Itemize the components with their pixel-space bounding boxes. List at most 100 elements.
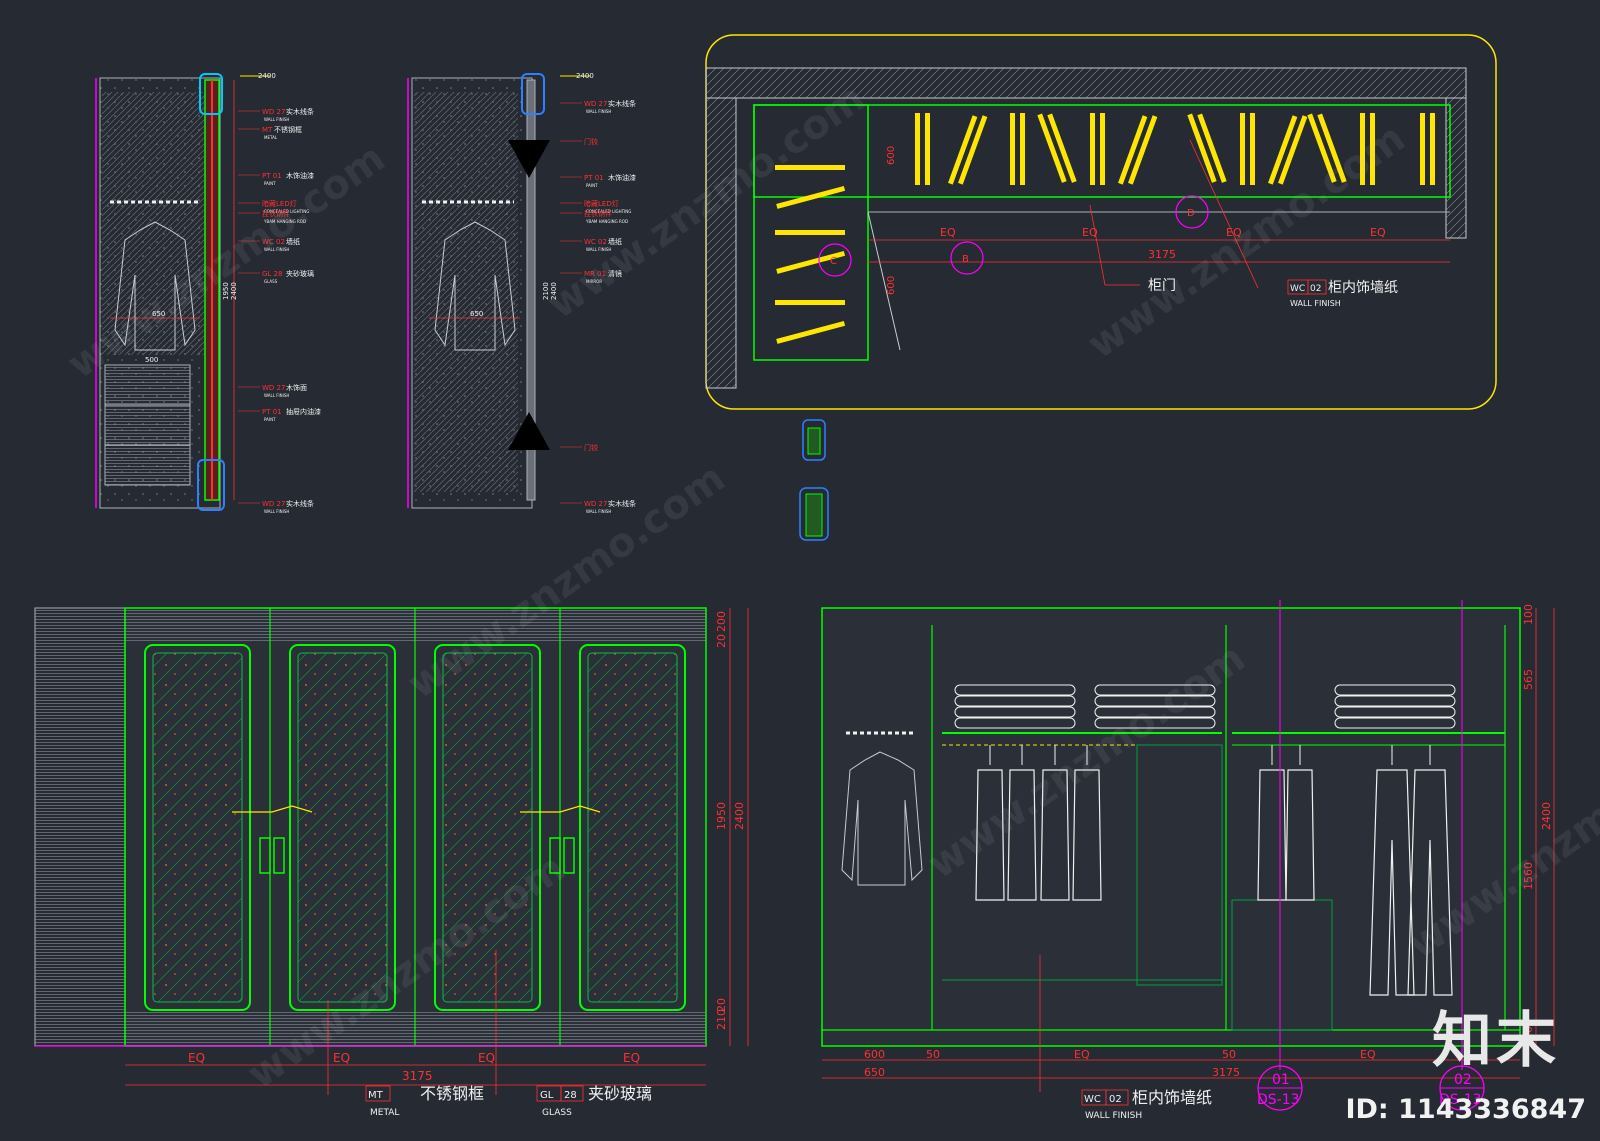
plan-total-dim: 3175 [1148,248,1176,261]
plan-hanger [925,113,930,185]
plan-depth-top: 600 [886,146,897,165]
ref-01-num: 01 [1272,1072,1290,1088]
interior-right-dims: 10056524001560100 [1522,604,1553,1040]
plan-hanger [1090,113,1095,185]
callout-code: MT [262,126,273,134]
callout-code: WD 27 [262,500,285,508]
callout-text: 实木线条 [286,499,314,508]
front-eq-3: EQ [478,1051,495,1065]
callout-text: 夹砂玻璃 [286,269,314,278]
plan-wall-sub: WALL FINISH [1290,299,1341,308]
interior-left-dim-2: 50 [926,1048,940,1061]
callout-sub: WALL FINISH [264,509,289,514]
door-glass-panel [152,652,243,1003]
callout-text: 木饰油漆 [608,173,636,182]
plan-hanger-side [775,300,845,305]
front-dim: 1950 [715,802,728,830]
plan-hanger [1020,113,1025,185]
door-glass-panel [297,652,388,1003]
plan-depth-side: 600 [886,276,897,295]
callout-sub: PAINT [264,181,276,186]
front-glass-sub: GLASS [542,1108,572,1118]
callout-code: PT 01 [262,172,282,180]
cad-drawing-canvas: 2400 650 500 2400 1950 WD 27 实木线条WALL FIN… [34,34,1600,1121]
interior-mid-dim: 50 [1222,1048,1236,1061]
plan-wall-code: WC [1290,284,1305,294]
section-b-top-dim: 2400 [576,72,594,80]
plan-hangers [775,113,1435,344]
callout-code: WD 27 [262,108,285,116]
front-dim: 20 [715,634,728,648]
ref-01-sheet: DS-13 [1257,1092,1300,1108]
section-a-labels: WD 27 实木线条WALL FINISHMT 不锈钢框METALPT 01 木饰油漆… [238,107,321,514]
drawer-unit [104,364,191,486]
callout-code: PT 01 [262,408,282,416]
front-glass-num: 28 [564,1090,577,1101]
door-glass-panel [587,652,678,1003]
marker-d-label: D [1187,208,1195,219]
callout-text: 不锈钢框 [274,125,302,134]
brand-id: ID: 1143336847 [1345,1094,1586,1125]
marker-b-label: B [962,254,969,265]
interior-left-dim-1: 600 [864,1048,885,1061]
interior-dim: 565 [1522,669,1535,690]
section-a-drawer-dim: 500 [145,356,158,364]
callout-code: 挂衣铜件 [584,209,612,218]
callout-sub: YBAM HANGING ROD [585,219,628,224]
callout-code: WD 27 [584,100,607,108]
front-right-dims: 200201950 240020210 [715,611,746,1030]
callout-code: 门铰 [584,443,598,452]
callout-text: 实木线条 [608,99,636,108]
interior-total-dim: 3175 [1212,1066,1240,1079]
section-b-width-dim: 650 [470,310,483,318]
callout-sub: GLASS [264,279,278,284]
callout-code: 暗藏LED灯 [584,199,619,208]
marker-c-label: C [830,256,837,267]
front-dim: 210 [715,1009,728,1030]
interior-eq-1: EQ [1074,1048,1090,1061]
front-eq-2: EQ [333,1051,350,1065]
callout-code: 门铰 [584,137,598,146]
front-total-dim: 3175 [402,1069,433,1083]
callout-text: 抽屉内油漆 [286,407,321,416]
plan-eq-4: EQ [1370,226,1386,239]
plan-wall-right [1445,97,1467,239]
callout-sub: WALL FINISH [264,117,289,122]
front-eq-1: EQ [188,1051,205,1065]
plan-wall-left [705,97,737,389]
plan-hanger [1240,113,1245,185]
plan-hanger [1250,113,1255,185]
interior-eq-2: EQ [1360,1048,1376,1061]
callout-text: 木饰面 [286,383,307,392]
front-wall-hatch-left [34,607,126,1047]
front-dim: 2400 [733,802,746,830]
callout-text: 实木线条 [286,107,314,116]
plan-hanger [1100,113,1105,185]
callout-sub: METAL [264,135,278,140]
elevation-front: EQ EQ EQ EQ 3175 200201950 240020210 MT 不… [34,607,749,1118]
callout-sub: PAINT [264,417,276,422]
front-eq-4: EQ [623,1051,640,1065]
interior-wall-num: 02 [1109,1094,1122,1105]
front-glass-text: 夹砂玻璃 [588,1084,652,1103]
callout-code: PT 01 [584,174,604,182]
plan-hanger [1010,113,1015,185]
plan-hanger-side [775,230,845,235]
brand-logo: 知末 [1432,1006,1560,1076]
plan-hanger [1430,113,1435,185]
interior-left-total: 650 [864,1066,885,1079]
interior-dim: 100 [1522,604,1535,625]
front-metal-sub: METAL [370,1108,399,1118]
callout-code: WD 27 [262,384,285,392]
callout-sub: WALL FINISH [586,109,611,114]
callout-sub: PAINT [586,183,598,188]
interior-wall-text: 柜内饰墙纸 [1132,1088,1212,1107]
plan-wall-text: 柜内饰墙纸 [1328,280,1398,296]
interior-wall-sub: WALL FINISH [1085,1111,1142,1121]
front-metal-code: MT [368,1090,384,1101]
interior-wall-code: WC [1084,1094,1101,1105]
plan-hanger [915,113,920,185]
callout-code: WD 27 [584,500,607,508]
callout-code: GL 28 [262,270,282,278]
callout-sub: WALL FINISH [586,509,611,514]
